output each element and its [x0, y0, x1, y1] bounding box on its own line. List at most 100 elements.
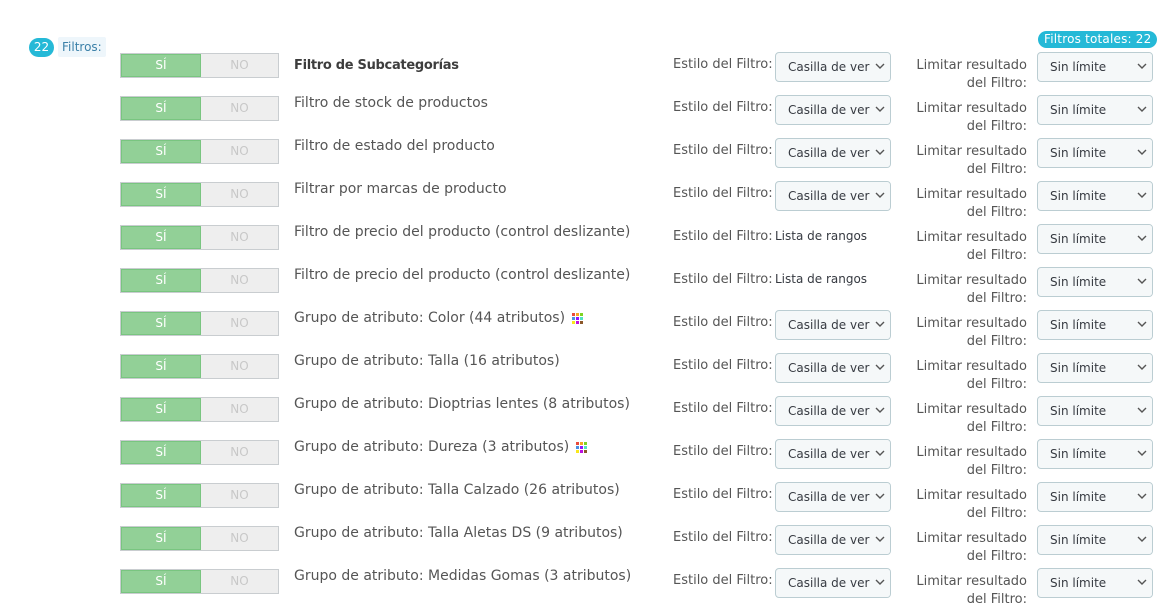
filter-enable-toggle[interactable]: SÍ NO: [120, 440, 279, 465]
chevron-down-icon: [1132, 96, 1152, 124]
filter-style-label: Estilo del Filtro:: [673, 186, 773, 201]
filter-enable-toggle[interactable]: SÍ NO: [120, 311, 279, 336]
filter-name: Grupo de atributo: Dureza (3 atributos): [294, 439, 588, 455]
filter-enable-toggle[interactable]: SÍ NO: [120, 53, 279, 78]
filter-limit-label: Limitar resultado del Filtro:: [900, 487, 1027, 523]
toggle-no-option[interactable]: NO: [201, 312, 278, 335]
filter-style-select[interactable]: Casilla de verificación: [775, 439, 891, 469]
toggle-yes-option[interactable]: SÍ: [121, 140, 201, 163]
filter-style-select[interactable]: Casilla de verificación: [775, 95, 891, 125]
filter-limit-select[interactable]: Sin límite: [1037, 95, 1153, 125]
filter-row: SÍ NO Filtrar por marcas de producto Estilo…: [0, 181, 1170, 225]
toggle-no-option[interactable]: NO: [201, 355, 278, 378]
filter-limit-label: Limitar resultado del Filtro:: [900, 444, 1027, 480]
limit-label-line1: Limitar resultado: [916, 273, 1027, 288]
filter-enable-toggle[interactable]: SÍ NO: [120, 569, 279, 594]
toggle-no-option[interactable]: NO: [201, 269, 278, 292]
filter-limit-select[interactable]: Sin límite: [1037, 267, 1153, 297]
filter-limit-select[interactable]: Sin límite: [1037, 353, 1153, 383]
filter-row: SÍ NO Grupo de atributo: Talla (16 atribut…: [0, 353, 1170, 397]
toggle-yes-option[interactable]: SÍ: [121, 226, 201, 249]
chevron-down-icon: [1132, 53, 1152, 81]
toggle-no-option[interactable]: NO: [201, 226, 278, 249]
filter-style-select[interactable]: Casilla de verificación: [775, 396, 891, 426]
filter-enable-toggle[interactable]: SÍ NO: [120, 354, 279, 379]
toggle-no-option[interactable]: NO: [201, 54, 278, 77]
toggle-no-option[interactable]: NO: [201, 140, 278, 163]
limit-label-line2: del Filtro:: [966, 334, 1027, 349]
toggle-yes-option[interactable]: SÍ: [121, 312, 201, 335]
toggle-yes-option[interactable]: SÍ: [121, 269, 201, 292]
filter-style-value: Lista de rangos: [775, 272, 868, 286]
filter-limit-select[interactable]: Sin límite: [1037, 525, 1153, 555]
chevron-down-icon: [870, 397, 890, 425]
filter-limit-select[interactable]: Sin límite: [1037, 52, 1153, 82]
filter-style-select[interactable]: Casilla de verificación: [775, 138, 891, 168]
filter-limit-value: Sin límite: [1050, 533, 1107, 547]
chevron-down-icon: [1132, 483, 1152, 511]
filter-name-text: Grupo de atributo: Talla Aletas DS (9 at…: [294, 525, 623, 541]
filter-style-label: Estilo del Filtro:: [673, 444, 773, 459]
toggle-yes-option[interactable]: SÍ: [121, 183, 201, 206]
filter-enable-toggle[interactable]: SÍ NO: [120, 182, 279, 207]
toggle-no-option[interactable]: NO: [201, 398, 278, 421]
filter-name: Grupo de atributo: Talla (16 atributos): [294, 353, 560, 369]
filter-enable-toggle[interactable]: SÍ NO: [120, 96, 279, 121]
filter-row: SÍ NO Filtro de Subcategorías Estilo del Fi…: [0, 52, 1170, 96]
filter-style-select[interactable]: Casilla de verificación: [775, 482, 891, 512]
toggle-yes-option[interactable]: SÍ: [121, 441, 201, 464]
filter-name: Filtrar por marcas de producto: [294, 181, 507, 197]
filter-enable-toggle[interactable]: SÍ NO: [120, 225, 279, 250]
filter-limit-select[interactable]: Sin límite: [1037, 310, 1153, 340]
chevron-down-icon: [870, 96, 890, 124]
filter-style-select[interactable]: Casilla de verificación: [775, 568, 891, 598]
filter-limit-select[interactable]: Sin límite: [1037, 181, 1153, 211]
filter-style-select[interactable]: Casilla de verificación: [775, 310, 891, 340]
toggle-yes-option[interactable]: SÍ: [121, 570, 201, 593]
filter-limit-select[interactable]: Sin límite: [1037, 224, 1153, 254]
toggle-no-option[interactable]: NO: [201, 570, 278, 593]
filter-name: Grupo de atributo: Dioptrias lentes (8 a…: [294, 396, 630, 412]
filter-row: SÍ NO Grupo de atributo: Medidas Gomas (3 …: [0, 568, 1170, 612]
filter-limit-label: Limitar resultado del Filtro:: [900, 143, 1027, 179]
filter-limit-select[interactable]: Sin límite: [1037, 568, 1153, 598]
filter-limit-value: Sin límite: [1050, 318, 1107, 332]
filter-limit-select[interactable]: Sin límite: [1037, 396, 1153, 426]
toggle-yes-option[interactable]: SÍ: [121, 398, 201, 421]
filter-enable-toggle[interactable]: SÍ NO: [120, 526, 279, 551]
toggle-yes-option[interactable]: SÍ: [121, 484, 201, 507]
filter-style-select[interactable]: Casilla de verificación: [775, 525, 891, 555]
filter-row: SÍ NO Filtro de precio del producto (contr…: [0, 224, 1170, 268]
filter-limit-select[interactable]: Sin límite: [1037, 439, 1153, 469]
toggle-yes-option[interactable]: SÍ: [121, 355, 201, 378]
filter-enable-toggle[interactable]: SÍ NO: [120, 397, 279, 422]
toggle-yes-option[interactable]: SÍ: [121, 97, 201, 120]
filter-row: SÍ NO Grupo de atributo: Talla Calzado (26…: [0, 482, 1170, 526]
filter-limit-label: Limitar resultado del Filtro:: [900, 315, 1027, 351]
toggle-yes-option[interactable]: SÍ: [121, 527, 201, 550]
filter-enable-toggle[interactable]: SÍ NO: [120, 139, 279, 164]
filter-style-select[interactable]: Casilla de verificación: [775, 52, 891, 82]
limit-label-line1: Limitar resultado: [916, 101, 1027, 116]
toggle-no-option[interactable]: NO: [201, 441, 278, 464]
filter-limit-select[interactable]: Sin límite: [1037, 138, 1153, 168]
filter-enable-toggle[interactable]: SÍ NO: [120, 268, 279, 293]
limit-label-line1: Limitar resultado: [916, 230, 1027, 245]
toggle-no-option[interactable]: NO: [201, 97, 278, 120]
filter-name-text: Grupo de atributo: Talla (16 atributos): [294, 353, 560, 369]
filter-limit-select[interactable]: Sin límite: [1037, 482, 1153, 512]
filter-style-select[interactable]: Casilla de verificación: [775, 353, 891, 383]
filter-style-label: Estilo del Filtro:: [673, 530, 773, 545]
limit-label-line2: del Filtro:: [966, 463, 1027, 478]
chevron-down-icon: [870, 483, 890, 511]
filter-name: Filtro de Subcategorías: [294, 58, 459, 73]
toggle-no-option[interactable]: NO: [201, 527, 278, 550]
toggle-no-option[interactable]: NO: [201, 183, 278, 206]
filter-style-label: Estilo del Filtro:: [673, 272, 773, 287]
filter-enable-toggle[interactable]: SÍ NO: [120, 483, 279, 508]
limit-label-line1: Limitar resultado: [916, 144, 1027, 159]
toggle-no-option[interactable]: NO: [201, 484, 278, 507]
toggle-yes-option[interactable]: SÍ: [121, 54, 201, 77]
filter-limit-value: Sin límite: [1050, 232, 1107, 246]
filter-style-select[interactable]: Casilla de verificación: [775, 181, 891, 211]
